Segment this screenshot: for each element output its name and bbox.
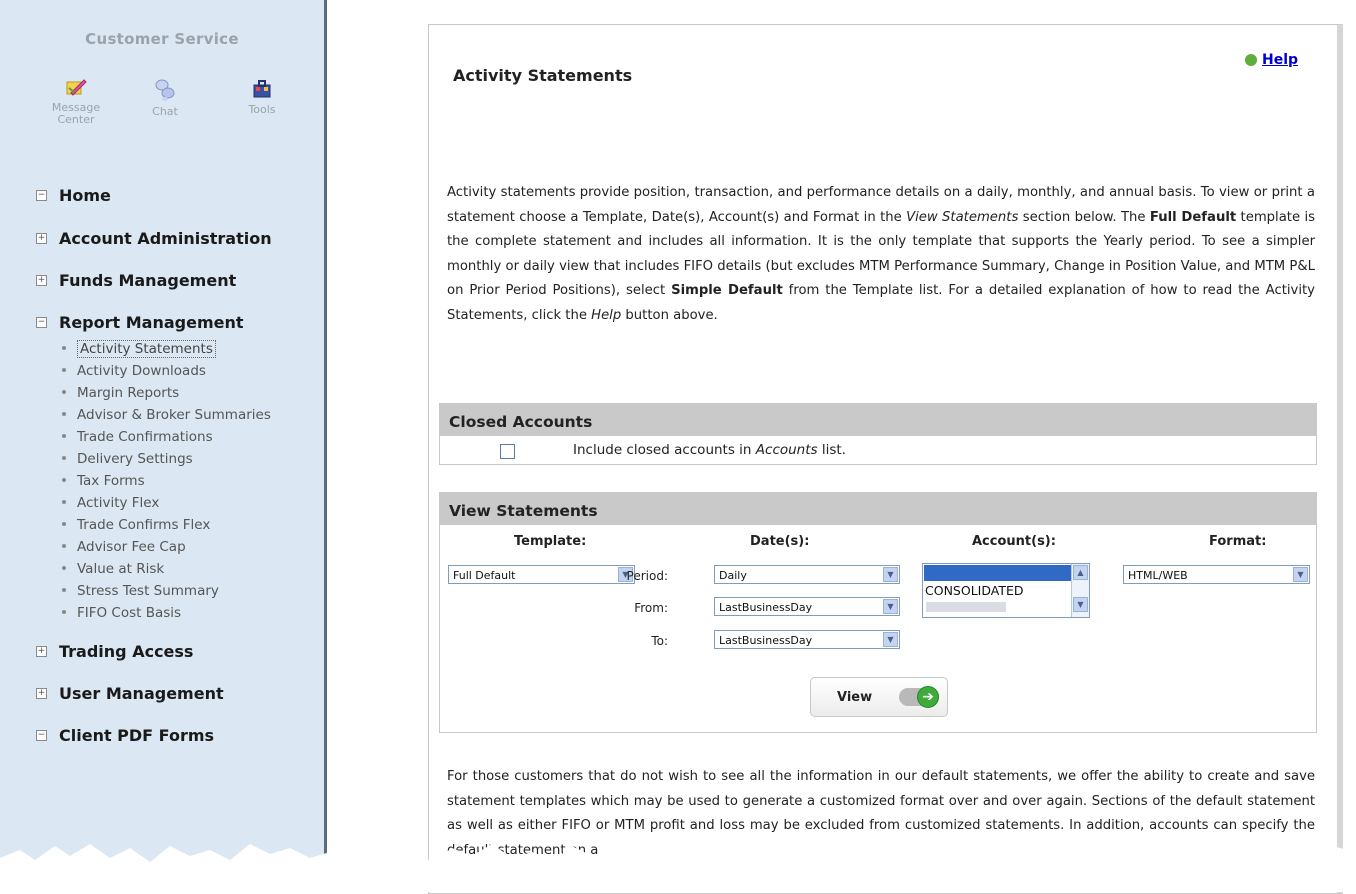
closed-accounts-section: Closed Accounts Include closed accounts … [439, 403, 1317, 465]
from-date-select[interactable]: LastBusinessDay ▼ [714, 597, 900, 616]
submenu-item-activity-downloads[interactable]: Activity Downloads [60, 360, 271, 382]
customer-service-title: Customer Service [85, 30, 239, 48]
chevron-down-icon[interactable]: ▼ [883, 567, 898, 582]
submenu-item-advisor-fee-cap[interactable]: Advisor Fee Cap [60, 536, 271, 558]
view-statements-header: View Statements [440, 493, 1316, 525]
from-label: From: [634, 601, 668, 615]
nav-trading-access[interactable]: + Trading Access [36, 642, 193, 661]
nav-report-management[interactable]: − Report Management [36, 313, 244, 332]
nav-home-label: Home [59, 186, 111, 205]
to-date-select[interactable]: LastBusinessDay ▼ [714, 630, 900, 649]
nav-account-administration[interactable]: + Account Administration [36, 229, 272, 248]
expand-icon[interactable]: + [36, 233, 47, 244]
submenu-item-advisor-broker-summaries[interactable]: Advisor & Broker Summaries [60, 404, 271, 426]
submenu-item-activity-statements[interactable]: Activity Statements [60, 338, 271, 360]
report-management-submenu: Activity Statements Activity Downloads M… [60, 338, 271, 624]
nav-account-administration-label: Account Administration [59, 229, 272, 248]
chat-button[interactable]: Chat [125, 78, 205, 118]
collapse-icon[interactable]: − [36, 190, 47, 201]
include-closed-accounts-checkbox[interactable] [500, 444, 515, 459]
accounts-listbox[interactable]: CONSOLIDATED ▲ ▼ [922, 563, 1090, 618]
submenu-item-trade-confirms-flex[interactable]: Trade Confirms Flex [60, 514, 271, 536]
nav-client-pdf-forms[interactable]: − Client PDF Forms [36, 726, 214, 745]
format-select[interactable]: HTML/WEB ▼ [1123, 565, 1310, 584]
torn-edge-decoration [0, 844, 1356, 892]
page-title: Activity Statements [453, 66, 633, 85]
scroll-up-icon[interactable]: ▲ [1073, 565, 1088, 580]
template-column-label: Template: [514, 534, 587, 549]
period-label: Period: [626, 569, 668, 583]
sidebar: Customer Service Message Center Chat Too… [0, 0, 327, 892]
submenu-item-stress-test-summary[interactable]: Stress Test Summary [60, 580, 271, 602]
chevron-down-icon[interactable]: ▼ [883, 632, 898, 647]
view-button-label: View [837, 690, 873, 705]
nav-funds-management-label: Funds Management [59, 271, 237, 290]
expand-icon[interactable]: + [36, 688, 47, 699]
message-center-button[interactable]: Message Center [36, 78, 116, 126]
to-label: To: [651, 634, 668, 648]
selected-account-row[interactable] [924, 565, 1072, 581]
expand-icon[interactable]: + [36, 646, 47, 657]
intro-paragraph: Activity statements provide position, tr… [447, 185, 1315, 323]
nav-trading-access-label: Trading Access [59, 642, 194, 661]
include-closed-accounts-label: Include closed accounts in Accounts list… [573, 442, 846, 458]
nav-user-management-label: User Management [59, 684, 224, 703]
submenu-item-delivery-settings[interactable]: Delivery Settings [60, 448, 271, 470]
accounts-column-label: Account(s): [972, 534, 1056, 549]
nav-user-management[interactable]: + User Management [36, 684, 224, 703]
nav-home[interactable]: − Home [36, 186, 111, 205]
submenu-item-margin-reports[interactable]: Margin Reports [60, 382, 271, 404]
dates-column-label: Date(s): [750, 534, 810, 549]
tools-button[interactable]: Tools [222, 78, 302, 116]
redacted-account-row[interactable] [926, 602, 1006, 612]
submenu-item-trade-confirmations[interactable]: Trade Confirmations [60, 426, 271, 448]
submenu-item-fifo-cost-basis[interactable]: FIFO Cost Basis [60, 602, 271, 624]
collapse-icon[interactable]: − [36, 317, 47, 328]
nav-report-management-label: Report Management [59, 313, 244, 332]
view-button[interactable]: View ➔ [810, 677, 948, 717]
go-arrow-icon[interactable]: ➔ [917, 686, 939, 708]
tools-label: Tools [248, 103, 276, 116]
submenu-item-value-at-risk[interactable]: Value at Risk [60, 558, 271, 580]
closed-accounts-header: Closed Accounts [440, 404, 1316, 436]
account-option-consolidated[interactable]: CONSOLIDATED [925, 583, 1024, 598]
template-select[interactable]: Full Default ▼ [448, 565, 635, 584]
period-select[interactable]: Daily ▼ [714, 565, 900, 584]
chat-bubbles-icon [155, 79, 175, 101]
nav-funds-management[interactable]: + Funds Management [36, 271, 236, 290]
scroll-down-icon[interactable]: ▼ [1073, 597, 1088, 612]
help-label: Help [1262, 52, 1299, 68]
nav-client-pdf-forms-label: Client PDF Forms [59, 726, 215, 745]
chevron-down-icon[interactable]: ▼ [1293, 567, 1308, 582]
collapse-icon[interactable]: − [36, 730, 47, 741]
toolbox-icon [253, 80, 271, 98]
help-icon [1245, 54, 1257, 66]
pencil-note-icon [66, 79, 87, 96]
expand-icon[interactable]: + [36, 275, 47, 286]
format-column-label: Format: [1209, 534, 1267, 549]
view-statements-section: View Statements Template: Date(s): Accou… [439, 492, 1317, 733]
submenu-item-tax-forms[interactable]: Tax Forms [60, 470, 271, 492]
submenu-item-activity-flex[interactable]: Activity Flex [60, 492, 271, 514]
accounts-scrollbar[interactable]: ▲ ▼ [1071, 564, 1089, 617]
message-center-label-line2: Center [57, 113, 95, 126]
help-link[interactable]: Help [1245, 52, 1298, 68]
chevron-down-icon[interactable]: ▼ [883, 599, 898, 614]
chat-label: Chat [152, 105, 178, 118]
